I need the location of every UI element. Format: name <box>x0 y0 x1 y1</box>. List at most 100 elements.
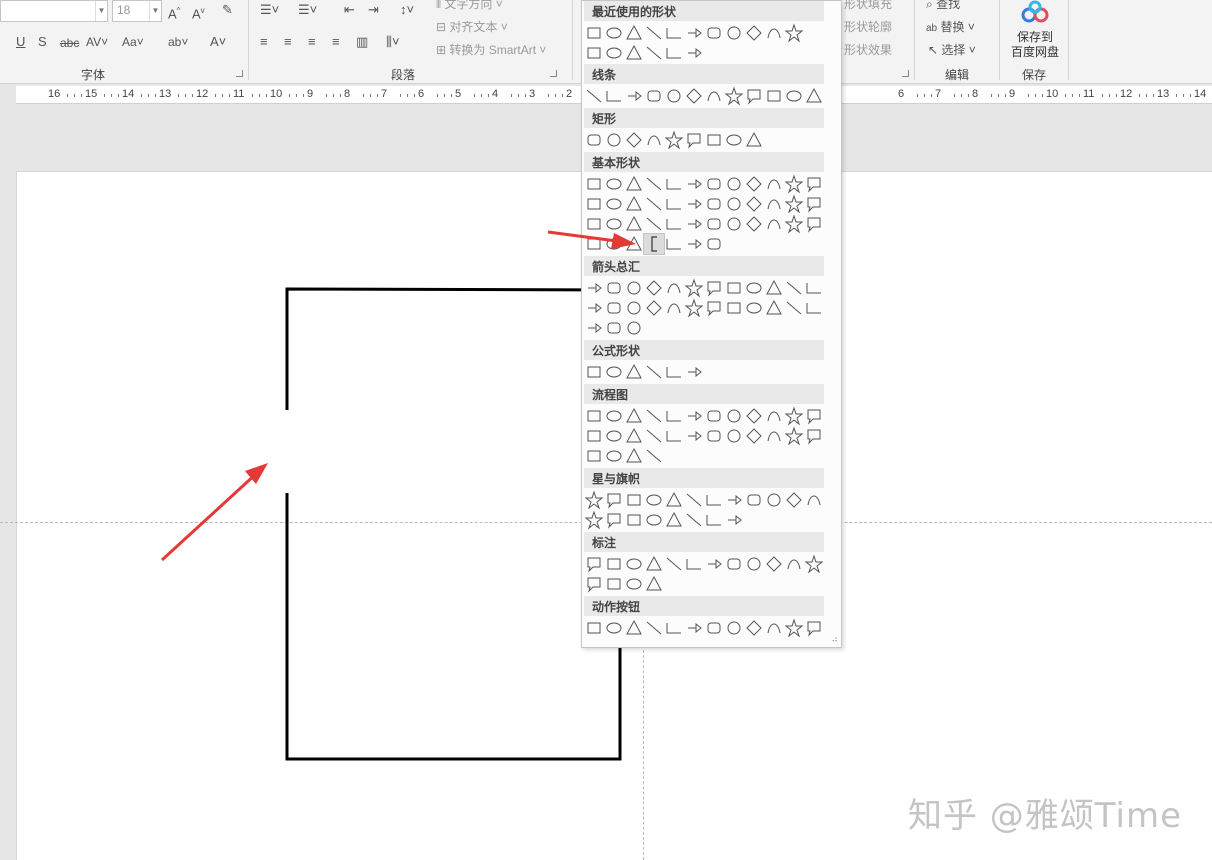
shape-option-icon[interactable] <box>624 574 644 594</box>
chevron-down-icon[interactable]: ▼ <box>149 1 161 21</box>
shape-option-icon[interactable] <box>624 318 644 338</box>
shape-option-icon[interactable] <box>764 426 784 446</box>
shape-option-icon[interactable] <box>784 298 804 318</box>
shape-option-icon[interactable] <box>684 426 704 446</box>
shape-option-icon[interactable] <box>804 490 824 510</box>
shape-option-icon[interactable] <box>584 490 604 510</box>
distribute-icon[interactable]: ▥ <box>356 34 368 50</box>
shape-option-icon[interactable] <box>624 130 644 150</box>
shape-option-icon[interactable] <box>664 234 684 254</box>
shape-option-icon[interactable] <box>704 406 724 426</box>
grow-font-icon[interactable]: A^ <box>168 3 180 22</box>
shape-option-icon[interactable] <box>644 130 664 150</box>
shape-option-icon[interactable] <box>784 490 804 510</box>
shape-option-icon[interactable] <box>704 426 724 446</box>
shape-option-icon[interactable] <box>804 618 824 638</box>
align-text-button[interactable]: ⊟ 对齐文本 ˅ <box>436 19 508 35</box>
left-bracket-shape[interactable] <box>643 233 665 255</box>
shape-option-icon[interactable] <box>624 446 644 466</box>
shape-option-icon[interactable] <box>624 618 644 638</box>
shape-option-icon[interactable] <box>684 278 704 298</box>
shape-option-icon[interactable] <box>584 194 604 214</box>
shape-option-icon[interactable] <box>604 510 624 530</box>
shape-option-icon[interactable] <box>704 510 724 530</box>
shape-option-icon[interactable] <box>724 23 744 43</box>
shape-option-icon[interactable] <box>704 130 724 150</box>
shape-option-icon[interactable] <box>684 554 704 574</box>
shape-option-icon[interactable] <box>784 194 804 214</box>
shape-option-icon[interactable] <box>764 278 784 298</box>
shape-option-icon[interactable] <box>604 174 624 194</box>
shape-fill-button[interactable]: 形状填充 <box>844 0 892 12</box>
shape-option-icon[interactable] <box>744 406 764 426</box>
shape-option-icon[interactable] <box>644 362 664 382</box>
shape-option-icon[interactable] <box>724 278 744 298</box>
underline-icon[interactable]: U <box>16 34 25 50</box>
shape-option-icon[interactable] <box>584 362 604 382</box>
shape-option-icon[interactable] <box>664 214 684 234</box>
shape-option-icon[interactable] <box>744 194 764 214</box>
shape-option-icon[interactable] <box>704 194 724 214</box>
shape-option-icon[interactable] <box>724 214 744 234</box>
shape-option-icon[interactable] <box>744 214 764 234</box>
shape-option-icon[interactable] <box>664 278 684 298</box>
shape-option-icon[interactable] <box>624 23 644 43</box>
shape-option-icon[interactable] <box>624 362 644 382</box>
shape-outline-button[interactable]: 形状轮廓 <box>844 19 892 35</box>
shape-option-icon[interactable] <box>724 618 744 638</box>
shape-option-icon[interactable] <box>604 86 624 106</box>
shape-option-icon[interactable] <box>644 618 664 638</box>
save-to-baidu-button[interactable]: 保存到 百度网盘 <box>1006 0 1064 62</box>
shape-option-icon[interactable] <box>644 86 664 106</box>
shape-option-icon[interactable] <box>764 194 784 214</box>
shape-option-icon[interactable] <box>664 490 684 510</box>
shape-option-icon[interactable] <box>724 298 744 318</box>
shape-option-icon[interactable] <box>804 426 824 446</box>
shape-option-icon[interactable] <box>604 234 624 254</box>
shape-option-icon[interactable] <box>724 174 744 194</box>
highlight-icon[interactable]: ab˅ <box>168 34 188 50</box>
shape-option-icon[interactable] <box>644 554 664 574</box>
shape-option-icon[interactable] <box>724 86 744 106</box>
shape-option-icon[interactable] <box>764 86 784 106</box>
shape-option-icon[interactable] <box>764 406 784 426</box>
shape-option-icon[interactable] <box>684 406 704 426</box>
shape-option-icon[interactable] <box>744 278 764 298</box>
shape-option-icon[interactable] <box>644 298 664 318</box>
shape-option-icon[interactable] <box>644 194 664 214</box>
shape-option-icon[interactable] <box>684 130 704 150</box>
shape-option-icon[interactable] <box>644 574 664 594</box>
shape-option-icon[interactable] <box>784 23 804 43</box>
shape-option-icon[interactable] <box>604 406 624 426</box>
shape-option-icon[interactable] <box>624 554 644 574</box>
shape-option-icon[interactable] <box>584 554 604 574</box>
shape-option-icon[interactable] <box>584 574 604 594</box>
shape-option-icon[interactable] <box>644 406 664 426</box>
resize-grip-icon[interactable]: ⠴ <box>831 634 838 645</box>
shape-option-icon[interactable] <box>604 23 624 43</box>
shape-option-icon[interactable] <box>604 554 624 574</box>
shape-option-icon[interactable] <box>584 446 604 466</box>
shape-option-icon[interactable] <box>704 278 724 298</box>
shape-option-icon[interactable] <box>664 362 684 382</box>
shape-option-icon[interactable] <box>744 426 764 446</box>
shape-option-icon[interactable] <box>804 298 824 318</box>
shape-option-icon[interactable] <box>744 23 764 43</box>
shape-option-icon[interactable] <box>704 618 724 638</box>
shape-option-icon[interactable] <box>584 426 604 446</box>
shape-option-icon[interactable] <box>644 23 664 43</box>
shape-option-icon[interactable] <box>604 618 624 638</box>
shape-option-icon[interactable] <box>624 426 644 446</box>
shape-option-icon[interactable] <box>604 194 624 214</box>
shape-option-icon[interactable] <box>584 130 604 150</box>
shape-option-icon[interactable] <box>584 618 604 638</box>
shape-option-icon[interactable] <box>644 490 664 510</box>
shape-option-icon[interactable] <box>804 194 824 214</box>
shape-option-icon[interactable] <box>664 510 684 530</box>
shape-option-icon[interactable] <box>584 510 604 530</box>
shape-option-icon[interactable] <box>624 174 644 194</box>
shape-option-icon[interactable] <box>724 490 744 510</box>
shape-option-icon[interactable] <box>744 174 764 194</box>
shape-option-icon[interactable] <box>784 86 804 106</box>
shape-option-icon[interactable] <box>584 234 604 254</box>
